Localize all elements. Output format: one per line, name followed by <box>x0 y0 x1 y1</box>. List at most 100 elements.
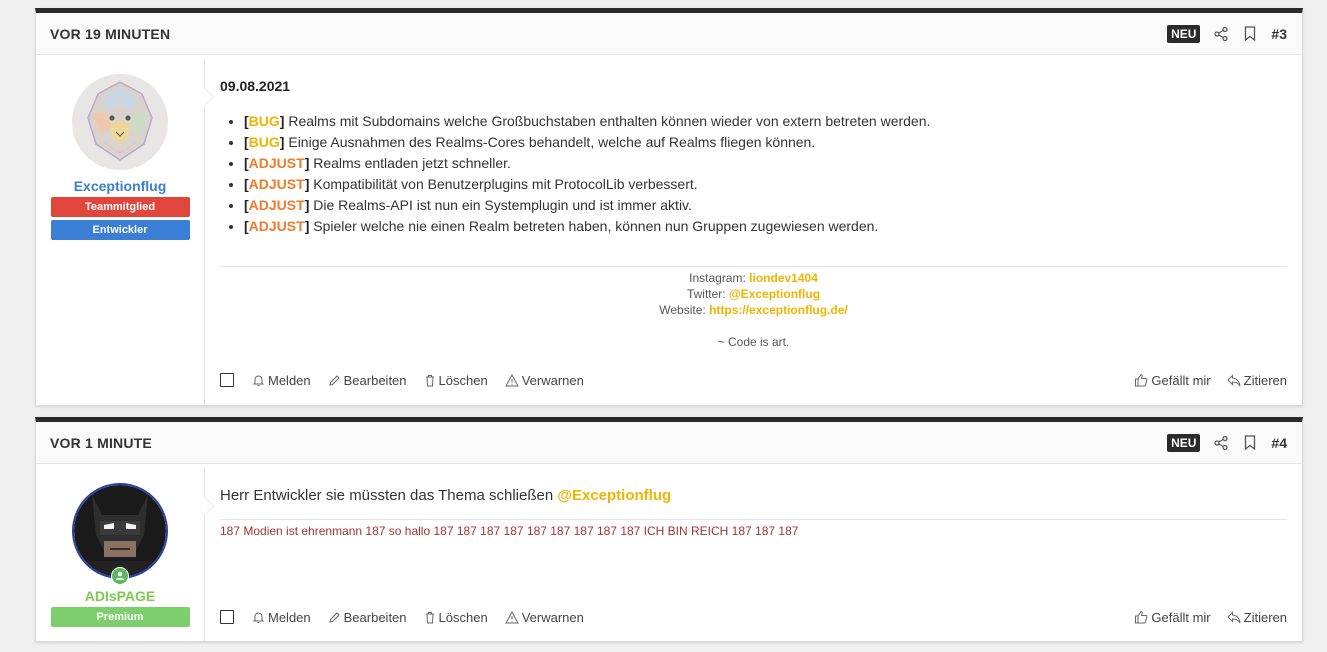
twitter-link[interactable]: @Exceptionflug <box>729 287 820 301</box>
changelog-date: 09.08.2021 <box>220 78 291 94</box>
warning-icon <box>504 610 519 623</box>
post-number[interactable]: #3 <box>1271 26 1287 42</box>
warn-label: Verwarnen <box>521 372 584 388</box>
share-icon[interactable] <box>1213 435 1229 451</box>
quote-label: Zitieren <box>1243 372 1287 388</box>
share-icon[interactable] <box>1213 26 1229 42</box>
warn-label: Verwarnen <box>521 609 584 625</box>
user-sidebar: Exceptionflug Teammitglied Entwickler <box>36 59 214 405</box>
tag-bracket-close: ] <box>304 155 310 171</box>
tag-bracket-close: ] <box>279 113 285 129</box>
post-3: VOR 19 MINUTEN NEU #3 Exceptionflug Team… <box>35 8 1303 406</box>
edit-label: Bearbeiten <box>343 372 407 388</box>
post-number[interactable]: #4 <box>1271 435 1287 451</box>
delete-label: Löschen <box>438 372 488 388</box>
delete-button[interactable]: Löschen <box>424 373 488 388</box>
post-actions: Melden Bearbeiten Löschen Verwarnen Gefä… <box>220 370 1287 390</box>
select-checkbox[interactable] <box>220 610 234 624</box>
post-4: VOR 1 MINUTE NEU #4 ADIsPAGE Premium Her… <box>35 417 1303 642</box>
twitter-label: Twitter: <box>686 287 726 301</box>
pencil-icon <box>329 374 340 386</box>
user-mention[interactable]: @Exceptionflug <box>557 487 671 504</box>
edit-button[interactable]: Bearbeiten <box>328 373 407 388</box>
warn-button[interactable]: Verwarnen <box>504 372 584 388</box>
avatar[interactable] <box>72 74 168 170</box>
role-badge-entwickler: Entwickler <box>50 220 190 240</box>
changelog-list: [BUG] Realms mit Subdomains welche Großb… <box>220 111 1287 237</box>
post-content: 09.08.2021 [BUG] Realms mit Subdomains w… <box>205 59 1302 405</box>
changelog-item: [BUG] Einige Ausnahmen des Realms-Cores … <box>244 132 1287 153</box>
quote-button[interactable]: Zitieren <box>1226 609 1287 625</box>
like-label: Gefällt mir <box>1151 372 1211 388</box>
changelog-item: [ADJUST] Realms entladen jetzt schneller… <box>244 153 1287 174</box>
select-checkbox[interactable] <box>220 373 234 387</box>
new-badge: NEU <box>1167 24 1201 43</box>
signature-divider <box>220 266 1287 267</box>
reply-icon <box>1226 373 1241 386</box>
changelog-text: Realms entladen jetzt schneller. <box>313 155 511 171</box>
quote-label: Zitieren <box>1243 609 1287 625</box>
changelog-text: Einige Ausnahmen des Realms-Cores behand… <box>288 134 816 150</box>
tag-bracket-close: ] <box>304 197 310 213</box>
like-button[interactable]: Gefällt mir <box>1134 609 1211 625</box>
signature-divider <box>220 519 1287 520</box>
signature: 187 Modien ist ehrenmann 187 so hallo 18… <box>220 524 799 538</box>
like-button[interactable]: Gefällt mir <box>1134 372 1211 388</box>
changelog-text: Spieler welche nie einen Realm betreten … <box>313 218 879 234</box>
signature-motto: ~ Code is art. <box>717 335 790 349</box>
tag-bracket-close: ] <box>304 218 310 234</box>
role-badge-premium: Premium <box>50 607 190 627</box>
instagram-label: Instagram: <box>689 271 746 285</box>
changelog-text: Realms mit Subdomains welche Großbuchsta… <box>288 113 931 129</box>
report-button[interactable]: Melden <box>252 373 311 388</box>
trash-icon <box>425 374 434 386</box>
report-button[interactable]: Melden <box>252 610 311 625</box>
bell-icon <box>252 612 265 623</box>
warn-button[interactable]: Verwarnen <box>504 609 584 625</box>
bell-icon <box>252 375 265 386</box>
changelog-text: Die Realms-API ist nun ein Systemplugin … <box>313 197 692 213</box>
post-time: VOR 19 MINUTEN <box>50 25 171 42</box>
thumbs-up-icon <box>1135 373 1148 387</box>
username[interactable]: Exceptionflug <box>74 178 167 194</box>
trash-icon <box>425 611 434 623</box>
post-header: VOR 19 MINUTEN NEU #3 <box>36 13 1302 55</box>
edit-label: Bearbeiten <box>343 609 407 625</box>
changelog-tag: ADJUST <box>248 155 305 171</box>
post-message: Herr Entwickler sie müssten das Thema sc… <box>220 487 1287 504</box>
pencil-icon <box>329 611 340 623</box>
instagram-link[interactable]: liondev1404 <box>749 271 818 285</box>
tag-bracket-close: ] <box>279 134 285 150</box>
report-label: Melden <box>268 609 311 625</box>
changelog-tag: ADJUST <box>248 197 305 213</box>
bookmark-icon[interactable] <box>1242 435 1258 451</box>
delete-label: Löschen <box>438 609 488 625</box>
post-header: VOR 1 MINUTE NEU #4 <box>36 422 1302 464</box>
changelog-item: [ADJUST] Spieler welche nie einen Realm … <box>244 216 1287 237</box>
avatar[interactable] <box>72 483 168 585</box>
website-label: Website: <box>659 303 706 317</box>
changelog-item: [BUG] Realms mit Subdomains welche Großb… <box>244 111 1287 132</box>
post-actions: Melden Bearbeiten Löschen Verwarnen Gefä… <box>220 607 1287 627</box>
warning-icon <box>504 373 519 386</box>
like-label: Gefällt mir <box>1151 609 1211 625</box>
user-sidebar: ADIsPAGE Premium <box>36 468 214 641</box>
changelog-text: Kompatibilität von Benutzerplugins mit P… <box>313 176 698 192</box>
reply-icon <box>1226 610 1241 623</box>
changelog-item: [ADJUST] Die Realms-API ist nun ein Syst… <box>244 195 1287 216</box>
changelog-tag: BUG <box>248 113 280 129</box>
report-label: Melden <box>268 372 311 388</box>
username[interactable]: ADIsPAGE <box>85 588 156 604</box>
new-badge: NEU <box>1167 433 1201 452</box>
quote-button[interactable]: Zitieren <box>1226 372 1287 388</box>
message-text: Herr Entwickler sie müssten das Thema sc… <box>220 487 554 504</box>
changelog-tag: BUG <box>248 134 280 150</box>
post-time: VOR 1 MINUTE <box>50 434 152 451</box>
edit-button[interactable]: Bearbeiten <box>328 610 407 625</box>
role-badge-teammitglied: Teammitglied <box>50 197 190 217</box>
online-status-icon <box>111 567 129 585</box>
bookmark-icon[interactable] <box>1242 26 1258 42</box>
website-link[interactable]: https://exceptionflug.de/ <box>709 303 848 317</box>
thumbs-up-icon <box>1135 610 1148 624</box>
delete-button[interactable]: Löschen <box>424 610 488 625</box>
